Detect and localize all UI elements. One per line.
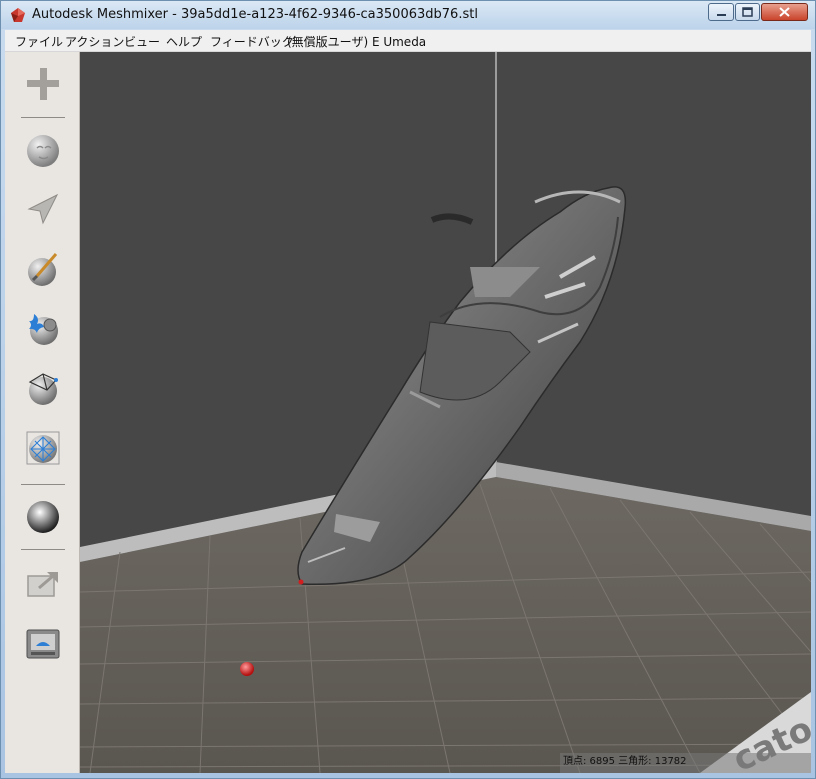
minimize-icon (717, 14, 726, 16)
toolbar-separator (21, 117, 65, 118)
app-window: Autodesk Meshmixer - 39a5dd1e-a123-4f62-… (0, 0, 816, 779)
scene-render: cato (80, 52, 811, 773)
meshmixer-app-icon (11, 8, 25, 22)
menu-feedback[interactable]: フィードバック (210, 33, 294, 50)
analysis-icon[interactable] (23, 428, 63, 468)
menu-actions[interactable]: アクション (65, 33, 124, 50)
title-bar: Autodesk Meshmixer - 39a5dd1e-a123-4f62-… (1, 1, 815, 29)
pivot-marker (298, 579, 304, 585)
minimize-button[interactable] (708, 3, 734, 21)
export-icon[interactable] (23, 564, 63, 604)
menu-bar: ファイル アクション ビュー ヘルプ フィードバック (無償版ユーザ) E Um… (5, 30, 811, 52)
select-arrow-icon[interactable] (23, 189, 63, 229)
plus-icon[interactable] (23, 64, 63, 104)
close-button[interactable] (761, 3, 808, 21)
sculpt-brush-icon[interactable] (23, 249, 63, 289)
toolbar-separator (21, 549, 65, 550)
shaders-icon[interactable] (23, 496, 63, 536)
menu-help[interactable]: ヘルプ (166, 33, 202, 50)
edit-icon[interactable] (23, 368, 63, 408)
tool-palette (5, 52, 80, 773)
maximize-icon (742, 7, 753, 17)
3d-viewport[interactable]: cato (80, 52, 811, 773)
window-title: Autodesk Meshmixer - 39a5dd1e-a123-4f62-… (32, 7, 478, 22)
meshmix-icon[interactable] (23, 130, 63, 170)
menu-user-account[interactable]: (無償版ユーザ) E Umeda (287, 33, 426, 50)
menu-file[interactable]: ファイル (15, 33, 63, 50)
mesh-stats-status: 頂点: 6895 三角形: 13782 (560, 753, 811, 773)
red-sphere-marker (240, 662, 254, 676)
menu-view[interactable]: ビュー (124, 33, 160, 50)
close-icon (779, 7, 790, 17)
stamp-icon[interactable] (23, 308, 63, 348)
toolbar-separator (21, 484, 65, 485)
print-icon[interactable] (23, 624, 63, 664)
maximize-button[interactable] (735, 3, 760, 21)
